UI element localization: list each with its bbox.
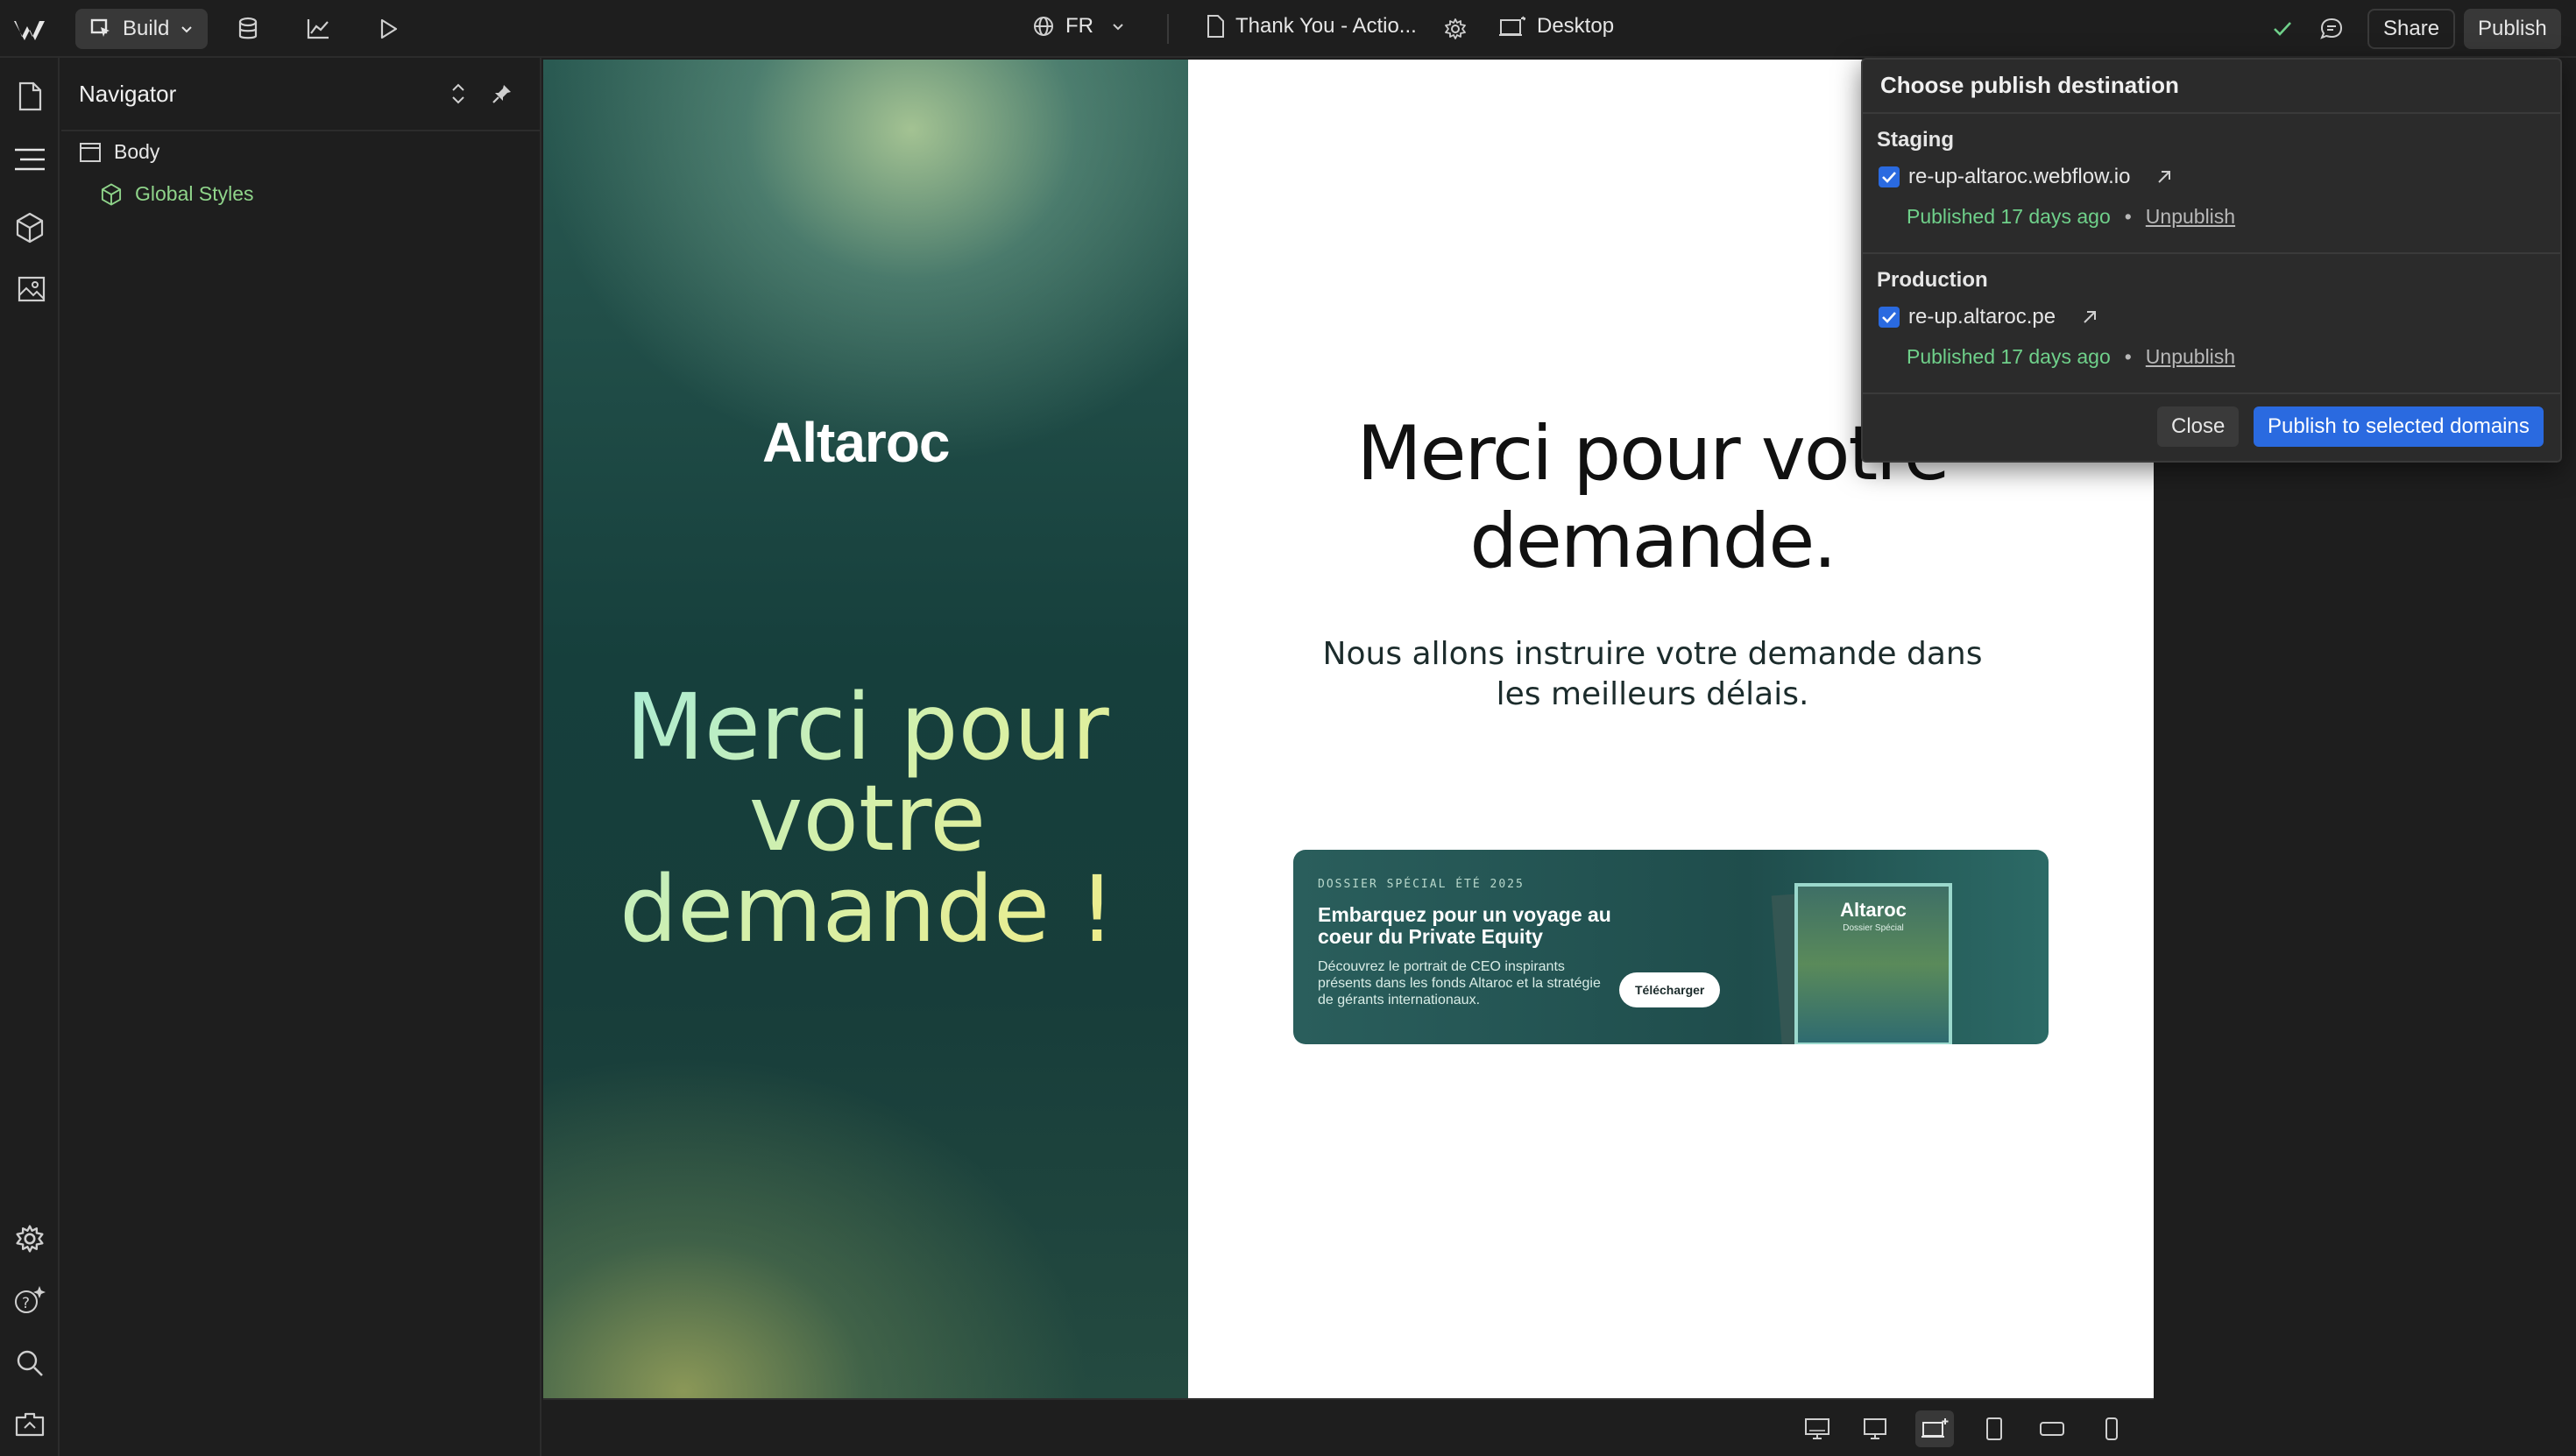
close-button[interactable]: Close <box>2157 406 2240 447</box>
divider <box>1863 392 2560 394</box>
banner-kicker: DOSSIER SPÉCIAL ÉTÉ 2025 <box>1318 878 1525 891</box>
help-ai-icon[interactable]: ? <box>12 1283 47 1318</box>
breakpoint-toolbar <box>543 1398 2154 1456</box>
webflow-logo-icon[interactable] <box>14 16 49 42</box>
production-domain-row: re-up.altaroc.pe <box>1879 305 2099 329</box>
staging-status-text: Published 17 days ago <box>1907 205 2111 228</box>
desktop-base-breakpoint-icon[interactable] <box>1915 1410 1954 1447</box>
right-subtext: Nous allons instruire votre demande dans… <box>1322 636 1983 712</box>
banner-title: Embarquez pour un voyage au coeur du Pri… <box>1318 903 1611 948</box>
globe-icon <box>1034 17 1053 36</box>
cms-database-icon[interactable] <box>231 12 265 46</box>
locale-label: FR <box>1065 14 1093 38</box>
saved-check-icon <box>2266 12 2299 46</box>
altaroc-logo: Altaroc <box>762 411 950 474</box>
comments-icon[interactable] <box>2315 12 2348 46</box>
apps-icon[interactable] <box>12 1407 47 1442</box>
page-settings-gear-icon[interactable] <box>1439 12 1472 46</box>
staging-status: Published 17 days ago • Unpublish <box>1907 205 2235 229</box>
preview-play-icon[interactable] <box>372 12 405 46</box>
page-name: Thank You - Actio... <box>1235 14 1417 38</box>
production-status: Published 17 days ago • Unpublish <box>1907 345 2235 369</box>
assets-image-icon[interactable] <box>12 272 47 307</box>
staging-section-label: Staging <box>1877 128 1954 152</box>
tablet-breakpoint-icon[interactable] <box>1975 1410 2013 1447</box>
navigator-header: Navigator <box>61 58 541 131</box>
mobile-portrait-breakpoint-icon[interactable] <box>2092 1410 2131 1447</box>
navigator-icon[interactable] <box>12 142 47 177</box>
magazine-subtitle: Dossier Spécial <box>1843 923 1904 933</box>
chevron-down-icon <box>181 26 193 33</box>
tree-item-global-styles[interactable]: Global Styles <box>100 182 254 206</box>
production-checkbox[interactable] <box>1879 307 1900 328</box>
staging-domain: re-up-altaroc.webflow.io <box>1908 165 2131 188</box>
staging-checkbox[interactable] <box>1879 166 1900 187</box>
breakpoint-label: Desktop <box>1537 14 1615 38</box>
publish-label: Publish <box>2478 17 2547 40</box>
divider <box>1167 14 1169 44</box>
share-label: Share <box>2383 17 2440 40</box>
settings-gear-icon[interactable] <box>12 1221 47 1256</box>
mobile-landscape-breakpoint-icon[interactable] <box>2033 1410 2071 1447</box>
banner-description: Découvrez le portrait de CEO inspirants … <box>1318 959 1601 1007</box>
global-styles-cube-icon <box>101 183 122 205</box>
publish-destination-popup: Choose publish destination Staging re-up… <box>1861 58 2562 463</box>
tree-item-body[interactable]: Body <box>79 140 159 164</box>
analytics-chart-icon[interactable] <box>301 12 335 46</box>
desktop-breakpoint-icon <box>1499 16 1525 36</box>
left-icon-rail: ? <box>0 58 60 1456</box>
production-status-text: Published 17 days ago <box>1907 345 2111 368</box>
publish-to-selected-domains-button[interactable]: Publish to selected domains <box>2254 406 2544 447</box>
build-mode-button[interactable]: Build <box>75 9 209 49</box>
popup-title: Choose publish destination <box>1880 72 2179 98</box>
locale-selector[interactable]: FR <box>1032 14 1125 39</box>
divider <box>1863 252 2560 254</box>
tree-item-label: Body <box>114 140 160 163</box>
production-section-label: Production <box>1877 268 1988 292</box>
magazine-logo: Altaroc <box>1840 899 1907 921</box>
divider <box>1863 112 2560 114</box>
breakpoint-selector[interactable]: Desktop <box>1498 14 1614 39</box>
bullet-separator: • <box>2124 345 2132 368</box>
external-link-icon[interactable] <box>2155 167 2174 187</box>
svg-text:?: ? <box>22 1295 30 1312</box>
canvas-left-panel: Altaroc Merci pour votre demande ! <box>543 60 1188 1398</box>
navigator-panel: Navigator Body Global Styles <box>61 58 541 1456</box>
external-link-icon[interactable] <box>2080 307 2099 327</box>
search-icon[interactable] <box>12 1346 47 1381</box>
large-desktop-breakpoint-icon[interactable] <box>1798 1410 1836 1447</box>
checkmark-icon <box>1882 312 1896 323</box>
components-cube-icon[interactable] <box>12 210 47 245</box>
page-icon <box>1207 15 1224 38</box>
left-heading: Merci pour votre demande ! <box>596 682 1139 955</box>
pages-icon[interactable] <box>12 79 47 114</box>
magazine-cover-image: Altaroc Dossier Spécial <box>1794 883 1952 1044</box>
production-domain: re-up.altaroc.pe <box>1908 305 2056 329</box>
download-button[interactable]: Télécharger <box>1619 972 1721 1007</box>
chevron-down-icon <box>1113 24 1123 31</box>
medium-desktop-breakpoint-icon[interactable] <box>1856 1410 1894 1447</box>
bullet-separator: • <box>2124 205 2132 228</box>
top-bar: Build FR Thank You - Actio... Desktop Sh… <box>0 0 2576 58</box>
pin-icon[interactable] <box>485 77 519 110</box>
page-selector[interactable]: Thank You - Actio... <box>1206 14 1417 39</box>
share-button[interactable]: Share <box>2367 9 2456 49</box>
body-element-icon <box>80 142 101 162</box>
staging-domain-row: re-up-altaroc.webflow.io <box>1879 165 2174 189</box>
build-label: Build <box>123 17 170 40</box>
cursor-select-icon <box>90 18 110 37</box>
publish-button[interactable]: Publish <box>2464 9 2561 49</box>
navigator-title: Navigator <box>79 81 177 107</box>
production-unpublish-link[interactable]: Unpublish <box>2146 345 2235 369</box>
staging-unpublish-link[interactable]: Unpublish <box>2146 205 2235 229</box>
expand-collapse-icon[interactable] <box>442 77 475 110</box>
checkmark-icon <box>1882 172 1896 183</box>
promo-banner[interactable]: DOSSIER SPÉCIAL ÉTÉ 2025 Embarquez pour … <box>1293 850 2049 1044</box>
tree-item-label: Global Styles <box>135 182 254 205</box>
